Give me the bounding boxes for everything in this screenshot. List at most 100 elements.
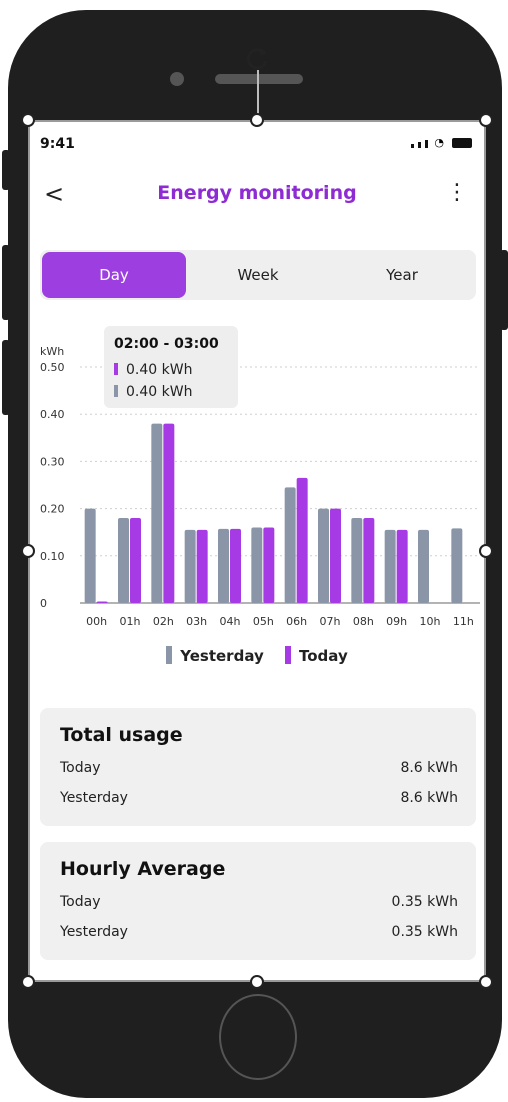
- signal-bar: [418, 142, 422, 148]
- bar-today: [163, 423, 175, 603]
- battery-icon: [452, 138, 472, 148]
- x-tick-label: 03h: [186, 615, 207, 628]
- status-icons: ◔: [411, 136, 472, 149]
- period-tabs: Day Week Year: [40, 250, 476, 300]
- resize-handle[interactable]: [21, 975, 35, 989]
- x-tick-label: 01h: [120, 615, 141, 628]
- today-swatch: [114, 363, 118, 375]
- legend-yesterday: Yesterday: [166, 646, 264, 665]
- x-tick-label: 06h: [286, 615, 307, 628]
- tooltip-title: 02:00 - 03:00: [114, 336, 219, 352]
- row-value: 0.35 kWh: [391, 894, 458, 910]
- resize-handle[interactable]: [21, 113, 35, 127]
- resize-handle[interactable]: [479, 975, 493, 989]
- bar-today: [130, 518, 141, 603]
- x-tick-label: 09h: [386, 615, 407, 628]
- bar-yesterday: [418, 529, 429, 603]
- bar-yesterday: [218, 528, 229, 603]
- earpiece-speaker: [215, 74, 303, 84]
- legend-yesterday-label: Yesterday: [180, 647, 264, 665]
- x-tick-label: 10h: [420, 615, 441, 628]
- chart-tooltip: 02:00 - 03:00 0.40 kWh 0.40 kWh: [104, 326, 238, 408]
- resize-handle[interactable]: [479, 544, 493, 558]
- bar-today: [230, 528, 241, 603]
- legend-yesterday-swatch: [166, 646, 173, 664]
- x-tick-label: 02h: [153, 615, 174, 628]
- vertical-dots-icon[interactable]: ⋮: [446, 182, 468, 204]
- row-label: Today: [60, 894, 101, 910]
- tab-day[interactable]: Day: [42, 252, 186, 298]
- hourly-average-title: Hourly Average: [60, 858, 226, 880]
- legend-today: Today: [285, 646, 348, 665]
- yesterday-swatch: [114, 385, 118, 397]
- resize-handle[interactable]: [250, 975, 264, 989]
- energy-bar-chart: kWh 0 0.10 0.20 0.30 0.40 0.50 00h 01h 02h 03h 04h 0…: [40, 345, 480, 628]
- x-tick-label: 05h: [253, 615, 274, 628]
- signal-bar: [425, 140, 429, 148]
- bar-today: [296, 477, 308, 603]
- legend-today-swatch: [285, 646, 291, 664]
- bar-yesterday: [118, 518, 129, 603]
- row-label: Yesterday: [60, 790, 128, 806]
- total-usage-card: Total usage Today 8.6 kWh Yesterday 8.6 …: [40, 708, 476, 826]
- page-title: Energy monitoring: [157, 182, 357, 204]
- legend-today-label: Today: [299, 647, 348, 665]
- bar-yesterday: [251, 527, 263, 603]
- bar-today: [396, 529, 408, 603]
- y-tick-label: 0.10: [40, 550, 65, 563]
- bar-yesterday: [384, 529, 396, 603]
- tab-year[interactable]: Year: [330, 252, 474, 298]
- bar-yesterday: [451, 528, 463, 603]
- x-tick-label: 04h: [220, 615, 241, 628]
- resize-handle[interactable]: [250, 113, 264, 127]
- row-value: 8.6 kWh: [400, 790, 458, 806]
- app-screen: 9:41 ◔ < Energy monitoring ⋮ Day Week Ye…: [28, 120, 486, 982]
- tooltip-yesterday-row: 0.40 kWh: [114, 384, 192, 400]
- resize-handle[interactable]: [21, 544, 35, 558]
- status-time: 9:41: [40, 136, 75, 152]
- y-tick-label: 0.30: [40, 455, 65, 468]
- bar-yesterday: [84, 508, 96, 603]
- hourly-average-yesterday-row: Yesterday 0.35 kWh: [60, 924, 458, 940]
- bar-today: [96, 601, 108, 603]
- resize-handle[interactable]: [479, 113, 493, 127]
- x-tick-label: 00h: [86, 615, 107, 628]
- wifi-icon: ◔: [434, 136, 444, 149]
- total-usage-title: Total usage: [60, 724, 183, 746]
- total-usage-today-row: Today 8.6 kWh: [60, 760, 458, 776]
- x-tick-label: 11h: [453, 615, 474, 628]
- x-tick-label: 08h: [353, 615, 374, 628]
- y-tick-label: 0.50: [40, 361, 65, 374]
- hourly-average-today-row: Today 0.35 kWh: [60, 894, 458, 910]
- tab-week[interactable]: Week: [186, 252, 330, 298]
- bar-today: [330, 508, 341, 603]
- bar-yesterday: [318, 508, 329, 603]
- y-tick-label: 0.40: [40, 408, 65, 421]
- row-label: Today: [60, 760, 101, 776]
- y-tick-label: 0.20: [40, 503, 65, 516]
- bar-yesterday: [351, 518, 363, 603]
- hourly-average-card: Hourly Average Today 0.35 kWh Yesterday …: [40, 842, 476, 960]
- tooltip-today-row: 0.40 kWh: [114, 362, 192, 378]
- front-camera: [170, 72, 184, 86]
- y-axis-label: kWh: [40, 345, 64, 358]
- power-button: [500, 250, 508, 330]
- bar-yesterday: [284, 487, 296, 603]
- chart-legend: Yesterday Today: [28, 646, 486, 665]
- volume-down-button: [2, 340, 10, 415]
- rotate-icon[interactable]: [243, 44, 273, 74]
- bar-today: [263, 527, 275, 603]
- home-button: [219, 994, 297, 1080]
- bar-today: [196, 529, 208, 603]
- row-value: 8.6 kWh: [400, 760, 458, 776]
- bar-yesterday: [184, 529, 196, 603]
- y-tick-label: 0: [40, 597, 47, 610]
- row-label: Yesterday: [60, 924, 128, 940]
- tooltip-yesterday-value: 0.40 kWh: [126, 384, 193, 400]
- x-tick-label: 07h: [320, 615, 341, 628]
- bar-yesterday: [151, 423, 163, 603]
- bar-today: [363, 518, 375, 603]
- row-value: 0.35 kWh: [391, 924, 458, 940]
- total-usage-yesterday-row: Yesterday 8.6 kWh: [60, 790, 458, 806]
- tooltip-today-value: 0.40 kWh: [126, 362, 193, 378]
